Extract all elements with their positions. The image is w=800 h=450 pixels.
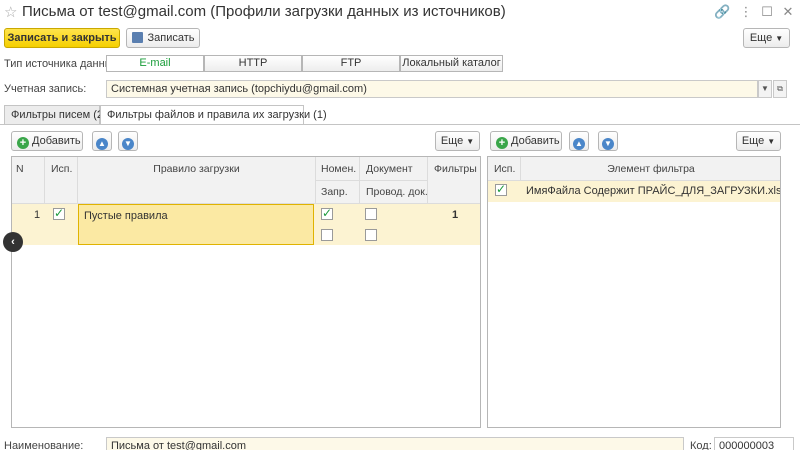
back-arrow-icon[interactable]: ‹ (3, 232, 23, 252)
header-document[interactable]: Документ (360, 157, 428, 181)
filter-elements-table[interactable]: Исп. Элемент фильтра ИмяФайла Содержит П… (487, 156, 781, 428)
source-tab-email[interactable]: E-mail (106, 55, 204, 72)
dropdown-arrow-icon: ▼ (775, 34, 784, 43)
right-move-down-button[interactable]: ▼ (598, 131, 618, 151)
code-label: Код: (690, 440, 712, 450)
rules-table[interactable]: N Исп. Правило загрузки Номен. Запр. Док… (11, 156, 481, 428)
favorite-star-icon[interactable]: ☆ (4, 3, 17, 21)
tab-file-filters[interactable]: Фильтры файлов и правила их загрузки (1) (100, 105, 327, 125)
arrow-down-icon: ▼ (602, 138, 614, 150)
plus-icon: + (496, 137, 508, 149)
row-doc-checkbox[interactable] (365, 208, 377, 220)
arrow-up-icon: ▲ (573, 138, 585, 150)
header-document-sub[interactable]: Провод. док. (360, 181, 428, 204)
right-more-button[interactable]: Еще ▼ (736, 131, 781, 151)
right-move-up-button[interactable]: ▲ (569, 131, 589, 151)
menu-dots-icon[interactable]: ⋮ (738, 4, 754, 20)
header-filters[interactable]: Фильтры (428, 157, 480, 204)
right-more-label: Еще (741, 135, 765, 147)
right-add-button[interactable]: + Добавить (490, 131, 562, 151)
plus-icon: + (17, 137, 29, 149)
row-use-checkbox[interactable] (53, 206, 65, 220)
close-icon[interactable]: ✕ (780, 4, 796, 20)
account-open-icon[interactable]: ⧉ (773, 80, 787, 98)
title-bar: ☆ Письма от test@gmail.com (Профили загр… (0, 0, 800, 24)
row-doc-checkbox-2[interactable] (365, 229, 377, 241)
save-button-label: Записать (147, 32, 195, 44)
left-more-label: Еще (440, 135, 464, 147)
tab-divider (0, 124, 800, 125)
left-add-button[interactable]: + Добавить (11, 131, 83, 151)
dropdown-arrow-icon: ▼ (767, 137, 776, 146)
header-use[interactable]: Исп. (45, 157, 78, 204)
more-button-label: Еще (749, 32, 773, 44)
source-type-label: Тип источника данных: (4, 58, 122, 70)
maximize-icon[interactable]: ☐ (759, 4, 775, 20)
account-dropdown-icon[interactable]: ▼ (758, 80, 772, 98)
left-more-button[interactable]: Еще ▼ (435, 131, 480, 151)
dropdown-arrow-icon: ▼ (466, 137, 475, 146)
right-add-label: Добавить (511, 135, 560, 147)
table-row[interactable]: 1 Пустые правила 1 (12, 204, 480, 245)
row-nomen-checkbox[interactable] (321, 206, 333, 220)
row-rule-cell[interactable]: Пустые правила (78, 204, 314, 245)
code-field[interactable]: 000000003 (714, 437, 794, 450)
left-move-up-button[interactable]: ▲ (92, 131, 112, 151)
table-row[interactable]: ИмяФайла Содержит ПРАЙС_ДЛЯ_ЗАГРУЗКИ.xls (488, 181, 781, 202)
arrow-down-icon: ▼ (122, 138, 134, 150)
link-icon[interactable]: 🔗 (714, 4, 730, 20)
header-use[interactable]: Исп. (488, 157, 521, 181)
left-add-label: Добавить (32, 135, 81, 147)
name-label: Наименование: (4, 440, 84, 450)
source-tab-ftp[interactable]: FTP (302, 55, 400, 72)
source-tab-http[interactable]: HTTP (204, 55, 302, 72)
header-element[interactable]: Элемент фильтра (521, 157, 780, 181)
row-number: 1 (34, 209, 41, 221)
header-nomen-sub[interactable]: Запр. (316, 181, 360, 204)
account-label: Учетная запись: (4, 83, 87, 95)
row-rule-text: Пустые правила (84, 210, 168, 222)
save-disk-icon (132, 32, 143, 43)
name-field[interactable]: Письма от test@gmail.com (106, 437, 684, 450)
row-use-checkbox[interactable] (495, 182, 507, 196)
row-element-text: ИмяФайла Содержит ПРАЙС_ДЛЯ_ЗАГРУЗКИ.xls (526, 185, 781, 197)
header-n[interactable]: N (12, 157, 45, 204)
more-button[interactable]: Еще ▼ (743, 28, 790, 48)
account-field[interactable]: Системная учетная запись (topchiydu@gmai… (106, 80, 758, 98)
arrow-up-icon: ▲ (96, 138, 108, 150)
window-title: Письма от test@gmail.com (Профили загруз… (22, 3, 506, 20)
row-filters-count: 1 (452, 209, 459, 221)
save-button[interactable]: Записать (126, 28, 200, 48)
left-move-down-button[interactable]: ▼ (118, 131, 138, 151)
save-and-close-button[interactable]: Записать и закрыть (4, 28, 120, 48)
header-rule[interactable]: Правило загрузки (78, 157, 316, 204)
header-nomen[interactable]: Номен. (316, 157, 360, 181)
row-nomen-checkbox-2[interactable] (321, 229, 333, 241)
source-tab-local[interactable]: Локальный каталог (400, 55, 503, 72)
tab-letter-filters[interactable]: Фильтры писем (2) (4, 105, 107, 124)
